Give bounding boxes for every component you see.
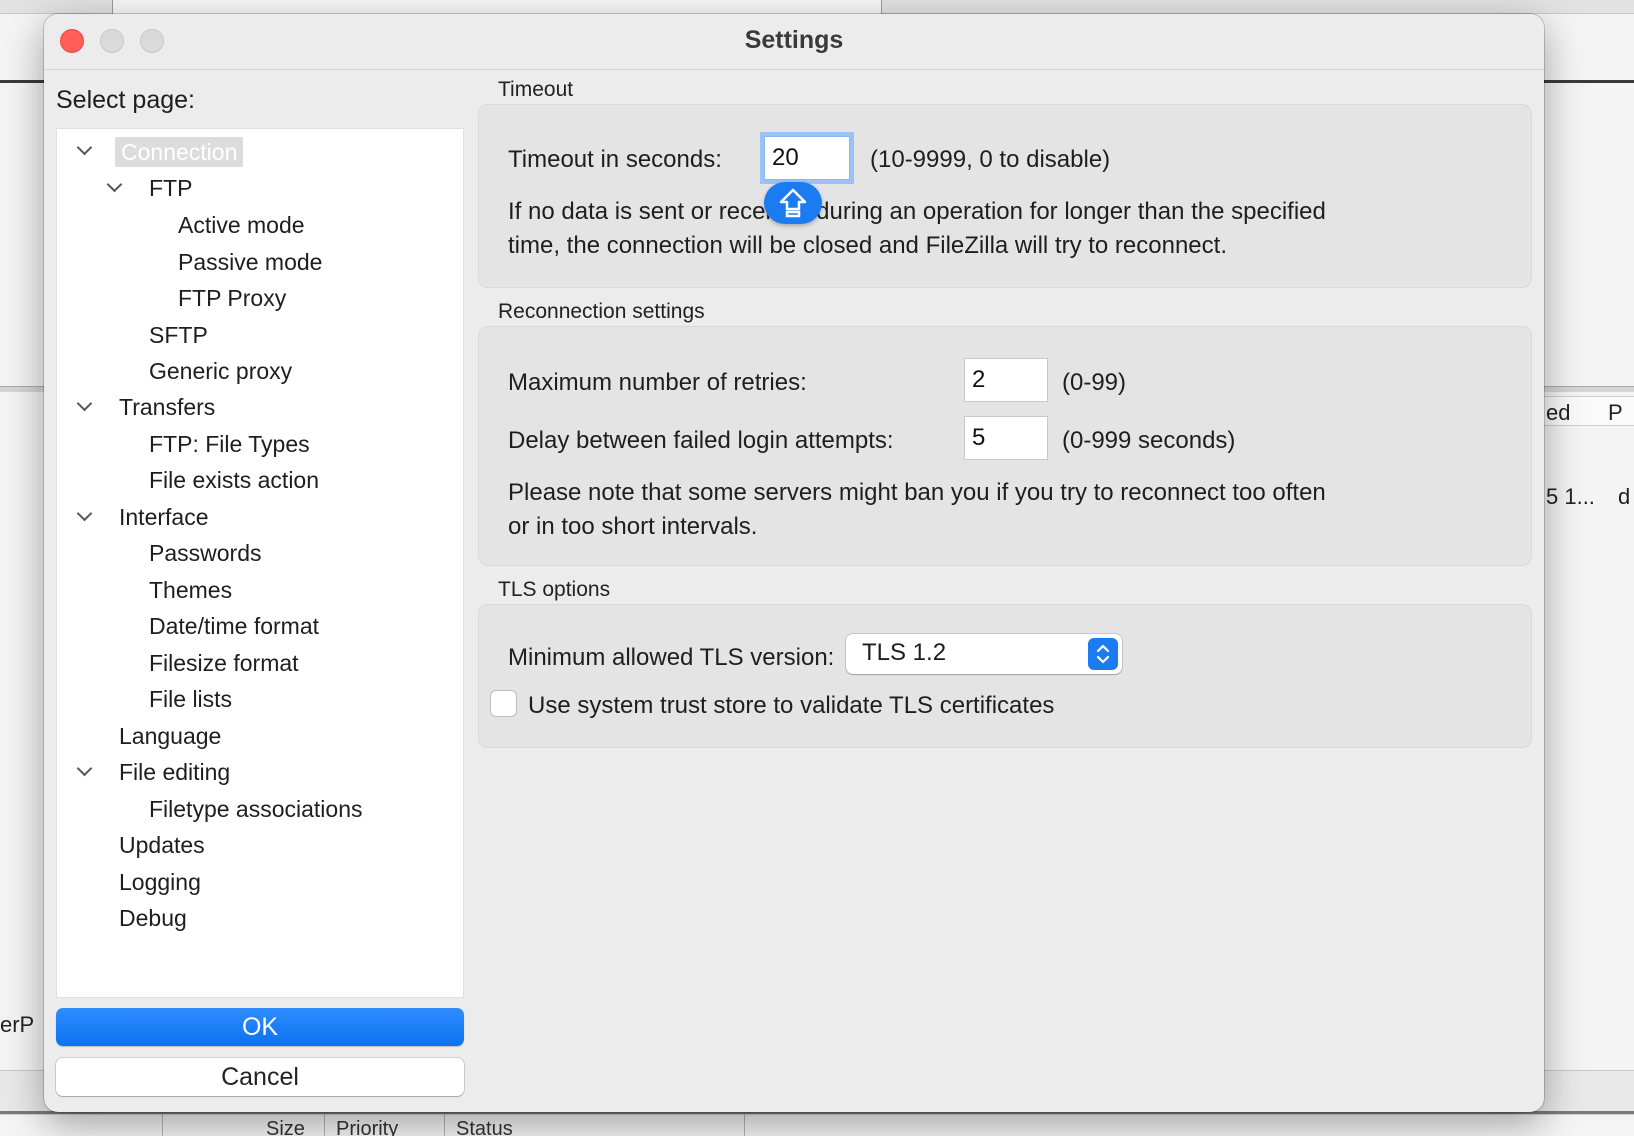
column-separator <box>162 1114 163 1136</box>
system-trust-label[interactable]: Use system trust store to validate TLS c… <box>528 692 1054 720</box>
settings-page-tree[interactable]: Connection FTP Active mode Passive mode … <box>56 128 464 998</box>
tree-item-updates[interactable]: Updates <box>119 830 205 860</box>
tls-min-version-label: Minimum allowed TLS version: <box>508 644 835 671</box>
tree-item-transfers[interactable]: Transfers <box>119 392 215 422</box>
tree-item-file-lists[interactable]: File lists <box>149 684 232 714</box>
reconnection-note-line2: or in too short intervals. <box>508 513 758 540</box>
timeout-seconds-input[interactable] <box>764 136 850 180</box>
tree-item-logging[interactable]: Logging <box>119 867 201 897</box>
chevron-down-icon[interactable] <box>76 389 93 419</box>
column-separator <box>324 1114 325 1136</box>
tls-version-value: TLS 1.2 <box>862 639 947 666</box>
tree-item-connection[interactable]: Connection <box>115 137 244 167</box>
tree-item-sftp[interactable]: SFTP <box>149 320 208 350</box>
tree-item-filetype-associations[interactable]: Filetype associations <box>149 794 363 824</box>
chevron-down-icon[interactable] <box>76 754 93 784</box>
delay-label: Delay between failed login attempts: <box>508 427 894 454</box>
background-cell-text: d <box>1618 484 1631 509</box>
tree-item-passwords[interactable]: Passwords <box>149 538 261 568</box>
tree-item-interface[interactable]: Interface <box>119 502 209 532</box>
background-queue-header: Size Priority Status <box>0 1114 1634 1136</box>
timeout-range-hint: (10-9999, 0 to disable) <box>870 146 1111 173</box>
tree-item-filesize-format[interactable]: Filesize format <box>149 648 299 678</box>
tree-item-ftp[interactable]: FTP <box>149 173 192 203</box>
background-header-text: P <box>1608 400 1623 425</box>
timeout-label: Timeout in seconds: <box>508 146 722 173</box>
reconnection-note-line1: Please note that some servers might ban … <box>508 479 1326 506</box>
chevron-down-icon[interactable] <box>106 170 123 200</box>
system-trust-checkbox[interactable] <box>490 690 517 717</box>
background-cell-text: 5 1... <box>1546 484 1595 509</box>
retries-label: Maximum number of retries: <box>508 369 807 396</box>
tls-section-title: TLS options <box>498 578 611 601</box>
tree-item-date-time-format[interactable]: Date/time format <box>149 611 319 641</box>
queue-column-status[interactable]: Status <box>456 1118 513 1136</box>
background-tab <box>112 0 882 14</box>
delay-hint: (0-999 seconds) <box>1062 427 1236 454</box>
settings-dialog: Settings Select page: Connection FTP Act… <box>44 14 1544 1112</box>
chevron-down-icon[interactable] <box>76 133 93 163</box>
timeout-section-title: Timeout <box>498 78 574 101</box>
tree-item-ftp-proxy[interactable]: FTP Proxy <box>178 283 286 313</box>
tree-item-generic-proxy[interactable]: Generic proxy <box>149 356 292 386</box>
max-retries-input[interactable] <box>964 358 1048 402</box>
timeout-group <box>478 104 1532 288</box>
tree-item-passive-mode[interactable]: Passive mode <box>178 247 322 277</box>
retries-hint: (0-99) <box>1062 369 1127 396</box>
ok-button[interactable]: OK <box>56 1008 464 1046</box>
background-header-text: ed <box>1546 400 1571 425</box>
tree-item-themes[interactable]: Themes <box>149 575 232 605</box>
cancel-button[interactable]: Cancel <box>56 1058 464 1096</box>
tree-item-file-editing[interactable]: File editing <box>119 757 230 787</box>
queue-column-size[interactable]: Size <box>266 1118 305 1136</box>
select-page-label: Select page: <box>56 86 195 114</box>
tree-item-ftp-file-types[interactable]: FTP: File Types <box>149 429 310 459</box>
tree-item-active-mode[interactable]: Active mode <box>178 210 305 240</box>
tls-group <box>478 604 1532 748</box>
caps-lock-icon <box>764 182 822 224</box>
tree-item-file-exists-action[interactable]: File exists action <box>149 465 319 495</box>
tree-item-language[interactable]: Language <box>119 721 221 751</box>
queue-column-priority[interactable]: Priority <box>336 1118 398 1136</box>
dialog-title: Settings <box>744 26 844 54</box>
column-separator <box>444 1114 445 1136</box>
tree-item-debug[interactable]: Debug <box>119 903 187 933</box>
column-separator <box>744 1114 745 1136</box>
tls-version-select[interactable]: TLS 1.2 <box>846 634 1122 674</box>
chevron-down-icon[interactable] <box>76 499 93 529</box>
title-bar: Settings <box>44 14 1544 70</box>
timeout-description-line2: time, the connection will be closed and … <box>508 232 1227 259</box>
background-cell-text: erP <box>0 1012 35 1037</box>
reconnection-section-title: Reconnection settings <box>498 300 705 323</box>
up-down-chevron-icon <box>1088 638 1118 670</box>
timeout-description-line1: If no data is sent or received during an… <box>508 198 1326 225</box>
login-delay-input[interactable] <box>964 416 1048 460</box>
